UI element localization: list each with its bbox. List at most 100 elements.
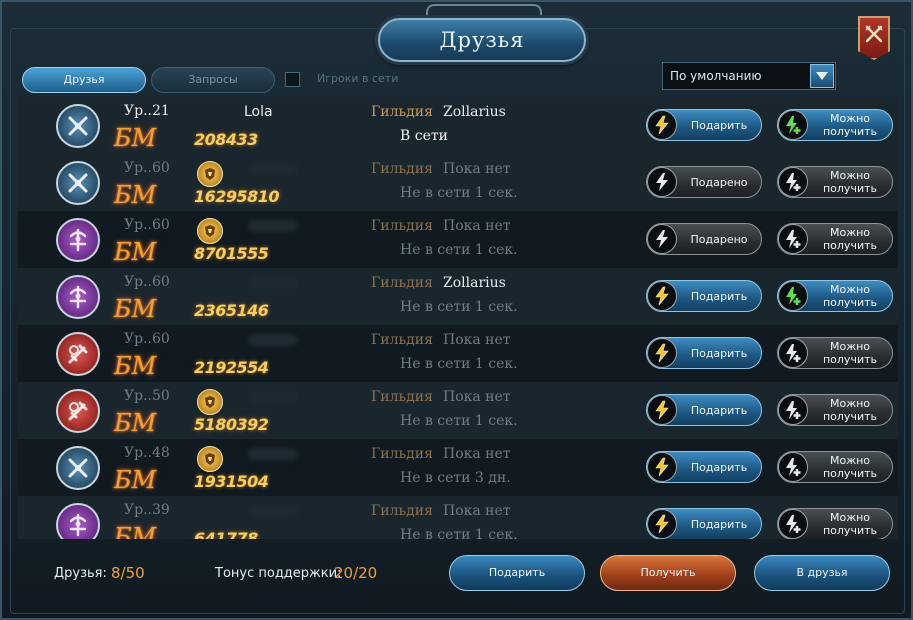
friend-name-hidden: [248, 277, 298, 289]
online-status: Не в сети 1 сек.: [400, 242, 518, 258]
guild-label: Гильдия: [371, 161, 433, 177]
receive-button-label: Можно получить: [822, 226, 877, 252]
receive-button[interactable]: Можно получить: [777, 166, 893, 198]
receive-button[interactable]: Можно получить: [777, 223, 893, 255]
gift-button-label: Подарено: [690, 232, 748, 246]
gift-button[interactable]: Подарить: [646, 508, 762, 539]
receive-button[interactable]: Можно получить: [777, 109, 893, 141]
crest-icon: [197, 446, 223, 472]
lightning-icon: [647, 452, 677, 482]
bm-label: БМ: [114, 124, 157, 152]
online-status: Не в сети 1 сек.: [400, 356, 518, 372]
receive-button[interactable]: Можно получить: [777, 337, 893, 369]
class-icon: [56, 218, 100, 262]
friend-row[interactable]: Ур..60 БМ 8701555 Гильдия Пока нет Не в сети …: [18, 211, 898, 268]
tab-requests[interactable]: Запросы: [151, 67, 275, 93]
dropdown-arrow-button[interactable]: [810, 64, 834, 88]
online-status: Не в сети 1 сек.: [400, 413, 518, 429]
stamina-label: Тонус поддержки:: [215, 566, 342, 581]
online-status: Не в сети 1 сек.: [400, 185, 518, 201]
friend-power: 16295810: [194, 187, 280, 206]
gift-button[interactable]: Подарено: [646, 166, 762, 198]
close-button[interactable]: [858, 16, 890, 60]
friend-row[interactable]: Ур..60 БМ 2365146 Гильдия Zollarius Не в сети…: [18, 268, 898, 325]
online-status: Не в сети 3 дн.: [400, 470, 511, 486]
friend-level: Ур..48: [124, 445, 170, 461]
friend-power: 2192554: [194, 358, 269, 377]
friend-row[interactable]: Ур..50 БМ 5180392 Гильдия Пока нет Не в сети …: [18, 382, 898, 439]
receive-button-label: Можно получить: [822, 169, 877, 195]
guild-label: Гильдия: [371, 446, 433, 462]
chevron-down-icon: [816, 72, 828, 80]
friend-level: Ур..60: [124, 274, 170, 290]
bm-label: БМ: [114, 352, 157, 380]
guild-label: Гильдия: [371, 332, 433, 348]
online-status: Не в сети 1 сек.: [400, 527, 518, 539]
gift-button-label: Подарить: [690, 517, 748, 531]
lightning-plus-icon: [778, 224, 808, 254]
friend-level: Ур..21: [124, 103, 170, 119]
lightning-plus-icon: [778, 281, 808, 311]
sort-selected-value: По умолчанию: [670, 69, 762, 83]
friend-row[interactable]: Ур..21 БМ Lola 208433 Гильдия Zollarius В сети…: [18, 97, 898, 154]
lightning-icon: [647, 281, 677, 311]
friend-level: Ур..60: [124, 160, 170, 176]
bm-label: БМ: [114, 181, 157, 209]
gift-button[interactable]: Подарить: [646, 451, 762, 483]
crest-icon: [197, 161, 223, 187]
receive-all-button[interactable]: Получить: [600, 555, 736, 591]
bm-label: БМ: [114, 238, 157, 266]
lightning-icon: [647, 167, 677, 197]
stamina-value: 20/20: [334, 564, 378, 582]
friend-name-hidden: [248, 334, 298, 346]
gift-button[interactable]: Подарить: [646, 337, 762, 369]
receive-button[interactable]: Можно получить: [777, 451, 893, 483]
lightning-icon: [647, 395, 677, 425]
lightning-plus-icon: [778, 509, 808, 539]
sort-dropdown[interactable]: По умолчанию: [662, 62, 836, 90]
friend-row[interactable]: Ур..60 БМ 16295810 Гильдия Пока нет Не в сети…: [18, 154, 898, 211]
gift-button-label: Подарить: [690, 460, 748, 474]
receive-button-label: Можно получить: [822, 511, 877, 537]
friend-power: 641778: [194, 529, 258, 539]
tab-friends[interactable]: Друзья: [22, 67, 146, 93]
friend-level: Ур..50: [124, 388, 170, 404]
receive-button-label: Можно получить: [822, 397, 877, 423]
guild-label: Гильдия: [371, 104, 433, 120]
class-icon: [56, 503, 100, 539]
lightning-icon: [647, 338, 677, 368]
friends-count-label: Друзья:: [54, 566, 107, 581]
add-friend-button[interactable]: В друзья: [754, 555, 890, 591]
guild-name: Пока нет: [443, 332, 511, 348]
receive-button[interactable]: Можно получить: [777, 394, 893, 426]
gift-button[interactable]: Подарить: [646, 109, 762, 141]
friend-power: 1931504: [194, 472, 269, 491]
receive-button[interactable]: Можно получить: [777, 280, 893, 312]
gift-all-button[interactable]: Подарить: [449, 555, 585, 591]
crest-icon: [197, 218, 223, 244]
gift-button-label: Подарить: [690, 118, 748, 132]
friend-name-hidden: [248, 220, 298, 232]
bm-label: БМ: [114, 295, 157, 323]
receive-button[interactable]: Можно получить: [777, 508, 893, 539]
crest-icon: [197, 389, 223, 415]
friend-name-hidden: [248, 505, 298, 517]
close-icon: [865, 25, 883, 43]
friend-row[interactable]: Ур..48 БМ 1931504 Гильдия Пока нет Не в сети …: [18, 439, 898, 496]
class-icon: [56, 332, 100, 376]
friend-row[interactable]: Ур..60 БМ 2192554 Гильдия Пока нет Не в сети …: [18, 325, 898, 382]
friends-list[interactable]: Ур..21 БМ Lola 208433 Гильдия Zollarius В сети…: [18, 97, 898, 539]
friend-name-hidden: [248, 391, 298, 403]
gift-button[interactable]: Подарено: [646, 223, 762, 255]
receive-button-label: Можно получить: [822, 112, 877, 138]
lightning-icon: [647, 509, 677, 539]
guild-label: Гильдия: [371, 275, 433, 291]
gift-button[interactable]: Подарить: [646, 280, 762, 312]
class-icon: [56, 161, 100, 205]
guild-name: Пока нет: [443, 161, 511, 177]
friend-row[interactable]: Ур..39 БМ 641778 Гильдия Пока нет Не в сети 1…: [18, 496, 898, 539]
receive-button-label: Можно получить: [822, 340, 877, 366]
friend-level: Ур..60: [124, 331, 170, 347]
gift-button[interactable]: Подарить: [646, 394, 762, 426]
online-only-checkbox[interactable]: [285, 72, 300, 87]
